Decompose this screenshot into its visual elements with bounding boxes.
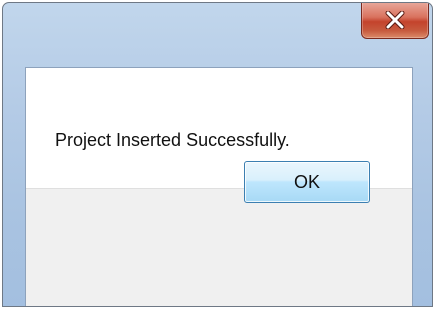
- message-box-window: Project Inserted Successfully.: [2, 2, 433, 307]
- ok-button[interactable]: OK: [244, 161, 370, 203]
- close-icon: [385, 11, 405, 29]
- screen: Project Inserted Successfully. OK: [0, 0, 438, 313]
- button-area: [26, 188, 412, 306]
- title-bar[interactable]: [3, 3, 432, 67]
- message-text: Project Inserted Successfully.: [55, 130, 290, 150]
- close-button[interactable]: [361, 3, 429, 39]
